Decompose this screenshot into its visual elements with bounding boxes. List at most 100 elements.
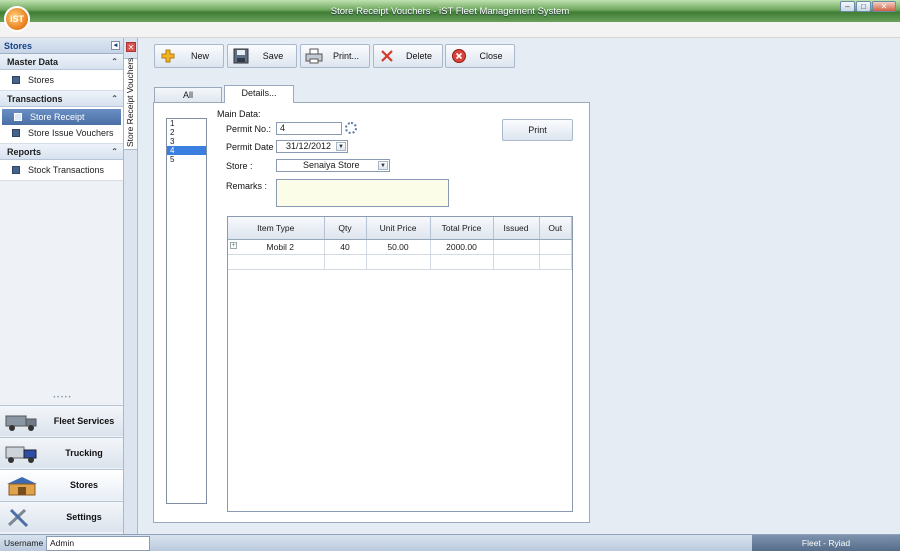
delete-button[interactable]: Delete [373, 44, 443, 68]
nav-item-store-receipt-vouchers[interactable]: Store Receipt Vouchers [2, 109, 121, 138]
group-title: Master Data [7, 57, 59, 67]
table-row-new[interactable] [228, 254, 572, 270]
status-username: Username : Admin [4, 536, 150, 551]
nav-item-stores[interactable]: Stores [0, 72, 123, 88]
store-select[interactable]: Senaiya Store ▼ [276, 159, 390, 172]
print-button[interactable]: Print [502, 119, 573, 141]
nav-item-label: Stock Transactions [28, 165, 105, 175]
app-logo[interactable]: iST [4, 6, 30, 32]
column-header-out[interactable]: Out [539, 217, 572, 240]
column-header-total-price[interactable]: Total Price [430, 217, 494, 240]
group-title: Transactions [7, 94, 63, 104]
cell-empty[interactable] [228, 254, 325, 270]
cell-empty[interactable] [366, 254, 431, 270]
username-value: Admin [46, 536, 150, 551]
collapse-pane-icon[interactable]: ◂ [111, 41, 120, 50]
tab-details[interactable]: Details... [224, 85, 294, 103]
floppy-disk-icon [233, 48, 249, 64]
collapse-chevron-icon[interactable]: ⌃ [111, 54, 118, 70]
delete-x-icon [381, 50, 393, 62]
chevron-down-icon[interactable]: ▼ [336, 142, 346, 151]
list-item[interactable]: 1 [167, 119, 206, 128]
list-item[interactable]: 5 [167, 155, 206, 164]
table-row[interactable]: + Mobil 2 40 50.00 2000.00 [228, 239, 572, 255]
nav-button-settings[interactable]: Settings [0, 501, 123, 532]
window-controls: – □ ✕ [840, 1, 896, 12]
permit-date-value: 31/12/2012 [286, 141, 332, 151]
main-content: New Save Print... Delete Close All Detai… [138, 38, 900, 534]
group-header-transactions[interactable]: Transactions ⌃ [0, 91, 123, 107]
save-button[interactable]: Save [227, 44, 297, 68]
minimize-button[interactable]: – [840, 1, 855, 12]
permit-date-picker[interactable]: 31/12/2012 ▼ [276, 140, 348, 153]
refresh-clock-icon[interactable] [345, 122, 357, 134]
status-location: Fleet - Ryiad [752, 535, 900, 551]
tab-all[interactable]: All [154, 87, 222, 103]
column-header-issued[interactable]: Issued [493, 217, 540, 240]
close-button[interactable]: Close [445, 44, 515, 68]
main-data-section: Main Data: Permit No.: 4 Permit Date : 3… [210, 109, 580, 519]
cell-empty[interactable] [539, 254, 572, 270]
grid-header-row: Item Type Qty Unit Price Total Price Iss… [228, 217, 572, 240]
list-icon [12, 76, 20, 84]
document-tab-store-receipt-vouchers[interactable]: Store Receipt Vouchers [124, 58, 138, 150]
details-panel: 1 2 3 4 5 Main Data: Permit No.: 4 Permi… [153, 102, 590, 523]
nav-item-label: Store Issue Vouchers [28, 128, 114, 138]
plus-icon [161, 49, 175, 63]
splitter-grip[interactable]: • • • • • [0, 395, 124, 402]
group-title: Reports [7, 147, 42, 157]
nav-button-stores[interactable]: Stores [0, 469, 123, 500]
chevron-down-icon[interactable]: ▼ [378, 161, 388, 170]
permit-no-field[interactable]: 4 [276, 122, 342, 135]
print-toolbar-button[interactable]: Print... [300, 44, 370, 68]
trucks-icon [5, 446, 37, 463]
column-header-item-type[interactable]: Item Type [228, 217, 325, 240]
collapse-chevron-icon[interactable]: ⌃ [111, 144, 118, 160]
maximize-button[interactable]: □ [856, 1, 871, 12]
list-item[interactable]: 3 [167, 137, 206, 146]
window-title: Store Receipt Vouchers - iST Fleet Manag… [330, 5, 570, 17]
cell-empty[interactable] [324, 254, 367, 270]
cell-total-price[interactable]: 2000.00 [430, 239, 494, 255]
list-item-selected[interactable]: 4 [167, 146, 206, 155]
list-item[interactable]: 2 [167, 128, 206, 137]
items-grid: Item Type Qty Unit Price Total Price Iss… [227, 216, 573, 512]
nav-button-label: Fleet Services [53, 416, 115, 426]
nav-button-trucking[interactable]: Trucking [0, 437, 123, 468]
title-bar: Store Receipt Vouchers - iST Fleet Manag… [0, 0, 900, 22]
group-header-master-data[interactable]: Master Data ⌃ [0, 54, 123, 70]
cell-issued[interactable] [493, 239, 540, 255]
group-header-reports[interactable]: Reports ⌃ [0, 144, 123, 160]
close-tab-icon[interactable]: ✕ [126, 42, 136, 52]
navigation-pane: Stores ◂ Master Data ⌃ Stores Transactio… [0, 38, 124, 534]
printer-icon [305, 48, 323, 64]
new-button[interactable]: New [154, 44, 224, 68]
remarks-field[interactable] [276, 179, 449, 207]
cell-empty[interactable] [493, 254, 540, 270]
cell-empty[interactable] [430, 254, 494, 270]
cell-item-type[interactable]: + Mobil 2 [228, 239, 325, 255]
list-icon [12, 166, 20, 174]
close-circle-icon [452, 49, 466, 63]
list-icon [14, 113, 22, 121]
close-window-button[interactable]: ✕ [872, 1, 896, 12]
document-tab-label: Store Receipt Vouchers [125, 57, 135, 147]
nav-item-stock-transactions[interactable]: Stock Transactions [0, 162, 123, 178]
record-list[interactable]: 1 2 3 4 5 [166, 118, 207, 504]
nav-item-label: Stores [28, 75, 55, 85]
cell-qty[interactable]: 40 [324, 239, 367, 255]
nav-button-fleet-services[interactable]: Fleet Services [0, 405, 123, 436]
expand-row-icon[interactable]: + [230, 241, 237, 249]
column-header-unit-price[interactable]: Unit Price [366, 217, 431, 240]
nav-item-store-issue-vouchers[interactable]: Store Issue Vouchers [0, 125, 123, 141]
cell-out[interactable] [539, 239, 572, 255]
ribbon-strip [0, 22, 900, 38]
permit-date-label: Permit Date : [226, 142, 279, 152]
collapse-chevron-icon[interactable]: ⌃ [111, 91, 118, 107]
warehouse-icon [7, 477, 37, 496]
cell-unit-price[interactable]: 50.00 [366, 239, 431, 255]
column-header-qty[interactable]: Qty [324, 217, 367, 240]
nav-button-label: Settings [66, 512, 102, 522]
truck-icon [5, 415, 37, 431]
nav-pane-header: Stores ◂ [0, 38, 123, 54]
